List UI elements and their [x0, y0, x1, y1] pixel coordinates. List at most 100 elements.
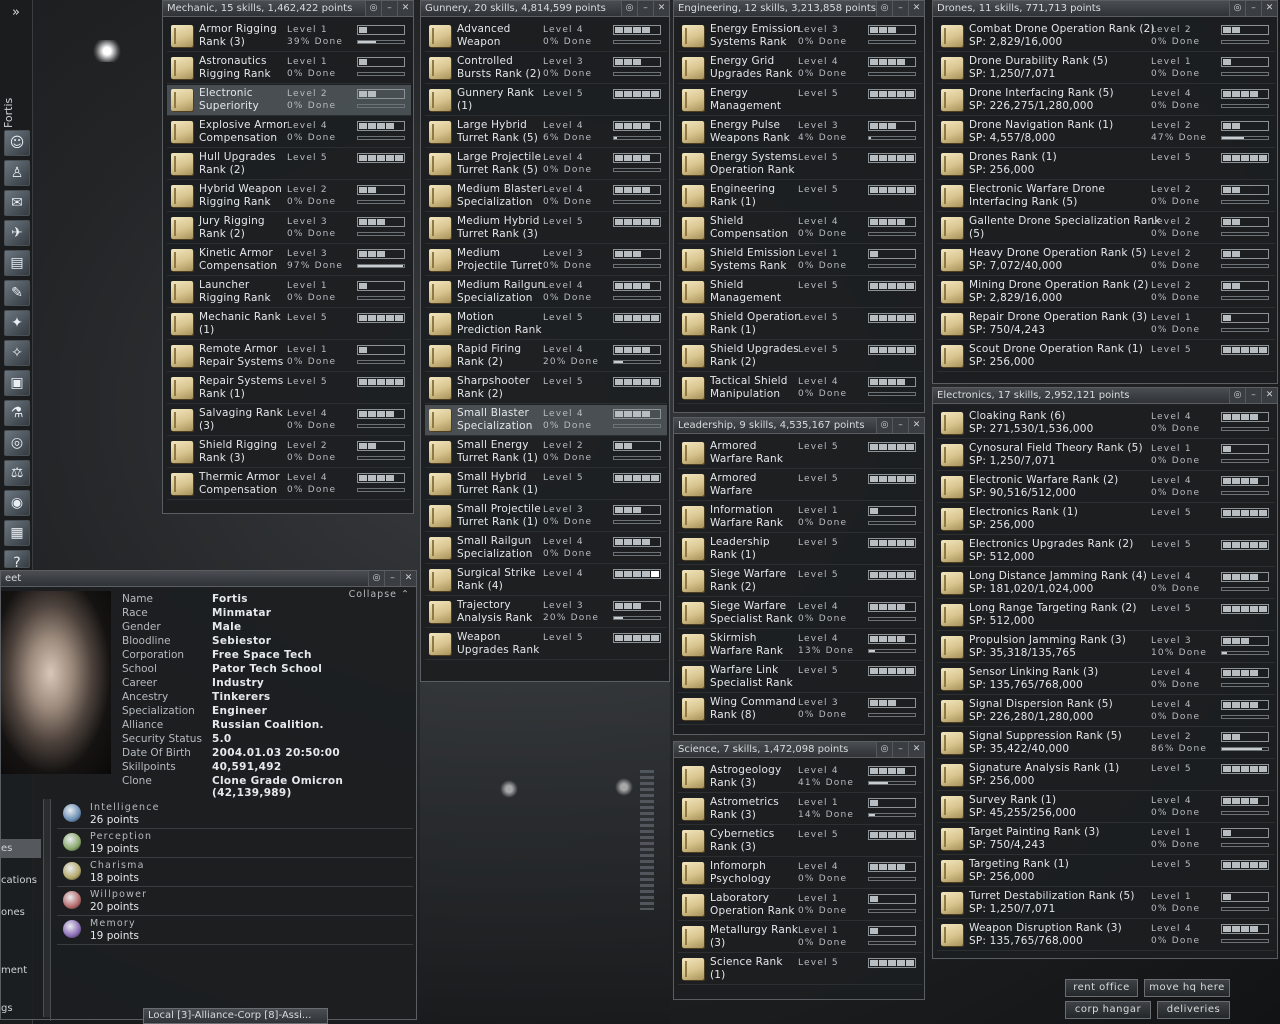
skill-row[interactable]: Shield Compensation Level 4 0% Done	[678, 213, 922, 244]
skill-row[interactable]: Sensor Linking Rank (3) SP: 135,765/768,0…	[937, 664, 1275, 695]
skill-row[interactable]: Advanced Weapon Level 4 0% Done	[425, 21, 667, 52]
skill-row[interactable]: Targeting Rank (1) SP: 256,000 Level 5	[937, 856, 1275, 887]
skill-row[interactable]: Remote Armor Repair Systems Level 1 0% Done	[167, 341, 411, 372]
close-icon[interactable]: ✕	[908, 742, 924, 757]
info-value[interactable]: Russian Coalition.	[212, 719, 324, 731]
rent-office-button[interactable]: rent office	[1065, 979, 1138, 997]
info-value[interactable]: Free Space Tech	[212, 649, 312, 661]
settings-icon[interactable]: ◎	[876, 418, 892, 433]
skill-row[interactable]: Information Warfare Rank Level 1 0% Done	[678, 502, 922, 533]
notepad-icon[interactable]: ✎	[4, 280, 30, 306]
skill-row[interactable]: Medium Projectile Turret Level 3 0% Done	[425, 245, 667, 276]
corp-hangar-button[interactable]: corp hangar	[1065, 1001, 1151, 1019]
skill-window-gunnery[interactable]: Gunnery, 20 skills, 4,814,599 points ◎ – ✕ A…	[420, 0, 670, 682]
fitting-icon[interactable]: ✈	[4, 220, 30, 246]
skill-row[interactable]: Infomorph Psychology Level 4 0% Done	[678, 858, 922, 889]
skill-row[interactable]: Warfare Link Specialist Rank Level 5	[678, 662, 922, 693]
skill-row[interactable]: Small Projectile Turret Rank (1) Level 3 0%…	[425, 501, 667, 532]
window-titlebar[interactable]: Science, 7 skills, 1,472,098 points ◎ – ✕	[674, 742, 924, 758]
attribute-row[interactable]: Charisma 18 points	[57, 858, 413, 887]
skill-row[interactable]: Armored Warfare Level 5	[678, 470, 922, 501]
skill-row[interactable]: Hull Upgrades Rank (2) Level 5	[167, 149, 411, 180]
skill-row[interactable]: Shield Upgrades Rank (2) Level 5	[678, 341, 922, 372]
expand-icon[interactable]: »	[4, 4, 28, 22]
skill-row[interactable]: Drone Interfacing Rank (5) SP: 226,275/1,…	[937, 85, 1275, 116]
skill-row[interactable]: Long Distance Jamming Rank (4) SP: 181,02…	[937, 568, 1275, 599]
minimize-icon[interactable]: –	[1245, 388, 1261, 403]
sheet-nav-item[interactable]: ment	[1, 961, 41, 980]
skill-row[interactable]: Large Projectile Turret Rank (5) Level 4 0%…	[425, 149, 667, 180]
skill-row[interactable]: Large Hybrid Turret Rank (5) Level 4 6% Don…	[425, 117, 667, 148]
skill-row[interactable]: Energy Emission Systems Rank Level 3 0% Don…	[678, 21, 922, 52]
journal-icon[interactable]: ✧	[4, 340, 30, 366]
skill-row[interactable]: Medium Blaster Specialization Level 4 0% Do…	[425, 181, 667, 212]
browser-icon[interactable]: ◉	[4, 490, 30, 516]
skill-row[interactable]: Metallurgy Rank (3) Level 1 0% Done	[678, 922, 922, 953]
skill-row[interactable]: Medium Railgun Specialization Level 4 0% Do…	[425, 277, 667, 308]
skill-row[interactable]: Long Range Targeting Rank (2) SP: 512,000…	[937, 600, 1275, 631]
character-sheet-icon[interactable]: ☺	[4, 130, 30, 156]
close-icon[interactable]: ✕	[908, 1, 924, 16]
skill-row[interactable]: Signal Suppression Rank (5) SP: 35,422/40…	[937, 728, 1275, 759]
settings-icon[interactable]: ◎	[365, 1, 381, 16]
settings-icon[interactable]: ◎	[876, 742, 892, 757]
skill-row[interactable]: Armor Rigging Rank (3) Level 1 39% Done	[167, 21, 411, 52]
sheet-nav-item[interactable]: cations	[1, 871, 41, 890]
window-titlebar[interactable]: Leadership, 9 skills, 4,535,167 points ◎ –…	[674, 418, 924, 434]
skill-row[interactable]: Signature Analysis Rank (1) SP: 256,000 Le…	[937, 760, 1275, 791]
skill-row[interactable]: Hybrid Weapon Rigging Rank Level 2 0% Done	[167, 181, 411, 212]
chat-tab[interactable]: Local [3]-Alliance-Corp [8]-Assi...	[143, 1008, 328, 1024]
skill-row[interactable]: Repair Drone Operation Rank (3) SP: 750/4…	[937, 309, 1275, 340]
skill-row[interactable]: Shield Rigging Rank (3) Level 2 0% Done	[167, 437, 411, 468]
skill-row[interactable]: Survey Rank (1) SP: 45,255/256,000 Level 4…	[937, 792, 1275, 823]
people-icon[interactable]: ♙	[4, 160, 30, 186]
skill-row[interactable]: Small Railgun Specialization Level 4 0% Don…	[425, 533, 667, 564]
skill-row[interactable]: Trajectory Analysis Rank Level 3 20% Done	[425, 597, 667, 628]
skill-window-electronics[interactable]: Electronics, 17 skills, 2,952,121 points…	[932, 387, 1278, 959]
settings-icon[interactable]: ◎	[1229, 1, 1245, 16]
skill-row[interactable]: Energy Systems Operation Rank Level 5	[678, 149, 922, 180]
collapse-button[interactable]: Collapse ⌃	[349, 589, 410, 600]
attribute-row[interactable]: Perception 19 points	[57, 829, 413, 858]
skill-row[interactable]: Turret Destabilization Rank (5) SP: 1,250…	[937, 888, 1275, 919]
close-icon[interactable]: ✕	[908, 418, 924, 433]
skill-row[interactable]: Shield Operation Rank (1) Level 5	[678, 309, 922, 340]
skill-row[interactable]: Medium Hybrid Turret Rank (3) Level 5	[425, 213, 667, 244]
science-icon[interactable]: ⚗	[4, 400, 30, 426]
minimize-icon[interactable]: –	[892, 418, 908, 433]
close-icon[interactable]: ✕	[397, 1, 413, 16]
minimize-icon[interactable]: –	[637, 1, 653, 16]
attribute-scrollbar[interactable]	[43, 799, 50, 1017]
help-icon[interactable]: ◎	[4, 430, 30, 456]
skill-window-mechanic[interactable]: Mechanic, 15 skills, 1,462,422 points ◎ – ✕…	[162, 0, 414, 514]
skill-row[interactable]: Science Rank (1) Level 5	[678, 954, 922, 985]
character-sheet-window[interactable]: eet ◎ – ✕ Collapse ⌃ Name Fortis Race Minma…	[0, 570, 417, 1021]
close-icon[interactable]: ✕	[653, 1, 669, 16]
skill-row[interactable]: Electronic Warfare Drone Interfacing Rank…	[937, 181, 1275, 212]
skill-row[interactable]: Small Hybrid Turret Rank (1) Level 5	[425, 469, 667, 500]
skill-row[interactable]: Target Painting Rank (3) SP: 750/4,243 Lev…	[937, 824, 1275, 855]
minimize-icon[interactable]: –	[1245, 1, 1261, 16]
attribute-row[interactable]: Memory 19 points	[57, 916, 413, 945]
skill-row[interactable]: Combat Drone Operation Rank (2) SP: 2,829…	[937, 21, 1275, 52]
skill-row[interactable]: Siege Warfare Rank (2) Level 5	[678, 566, 922, 597]
bookmark-icon[interactable]: ?	[4, 550, 30, 571]
skill-row[interactable]: Gunnery Rank (1) Level 5	[425, 85, 667, 116]
skill-row[interactable]: Small Blaster Specialization Level 4 0% Don…	[425, 405, 667, 436]
skill-row[interactable]: Small Energy Turret Rank (1) Level 2 0% Don…	[425, 437, 667, 468]
skill-row[interactable]: Scout Drone Operation Rank (1) SP: 256,00…	[937, 341, 1275, 372]
skill-row[interactable]: Astronautics Rigging Rank Level 1 0% Done	[167, 53, 411, 84]
sheet-nav-item[interactable]: ones	[1, 903, 41, 922]
skill-row[interactable]: Astrometrics Rank (3) Level 1 14% Done	[678, 794, 922, 825]
skill-row[interactable]: Electronic Warfare Rank (2) SP: 90,516/51…	[937, 472, 1275, 503]
skill-row[interactable]: Signal Dispersion Rank (5) SP: 226,280/1,…	[937, 696, 1275, 727]
close-icon[interactable]: ✕	[400, 571, 416, 586]
skill-row[interactable]: Mechanic Rank (1) Level 5	[167, 309, 411, 340]
skill-row[interactable]: Drone Durability Rank (5) SP: 1,250/7,071…	[937, 53, 1275, 84]
mail-icon[interactable]: ✉	[4, 190, 30, 216]
skill-row[interactable]: Electronics Rank (1) SP: 256,000 Level 5	[937, 504, 1275, 535]
minimize-icon[interactable]: –	[381, 1, 397, 16]
skill-row[interactable]: Explosive Armor Compensation Level 4 0% Don…	[167, 117, 411, 148]
skill-row[interactable]: Gallente Drone Specialization Rank (5) Lev…	[937, 213, 1275, 244]
skill-row[interactable]: Leadership Rank (1) Level 5	[678, 534, 922, 565]
